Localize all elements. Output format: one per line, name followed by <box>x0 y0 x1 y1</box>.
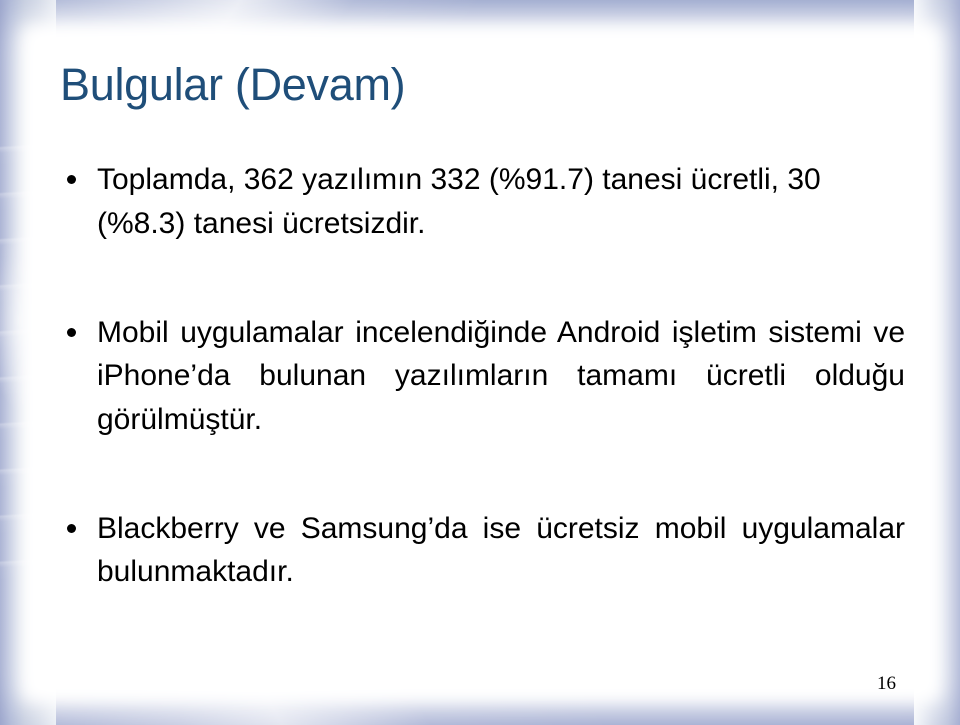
bullet-dot-icon <box>67 175 76 184</box>
bullet-dot-icon <box>67 523 76 533</box>
presentation-slide: Bulgular (Devam) Toplamda, 362 yazılımın… <box>0 0 960 725</box>
list-item: Toplamda, 362 yazılımın 332 (%91.7) tane… <box>60 158 905 289</box>
list-item-text: Mobil uygulamalar incelendiğinde Android… <box>97 315 905 436</box>
slide-content: Bulgular (Devam) Toplamda, 362 yazılımın… <box>0 0 960 725</box>
bullet-list: Toplamda, 362 yazılımın 332 (%91.7) tane… <box>60 158 905 637</box>
list-item-text: Toplamda, 362 yazılımın 332 (%91.7) tane… <box>97 163 821 240</box>
slide-title: Bulgular (Devam) <box>60 59 406 110</box>
list-item: Mobil uygulamalar incelendiğinde Android… <box>60 311 905 485</box>
page-number: 16 <box>877 673 896 694</box>
list-item: Blackberry ve Samsung’da ise ücretsiz mo… <box>60 507 905 638</box>
bullet-dot-icon <box>67 327 76 337</box>
list-item-text: Blackberry ve Samsung’da ise ücretsiz mo… <box>97 511 905 589</box>
